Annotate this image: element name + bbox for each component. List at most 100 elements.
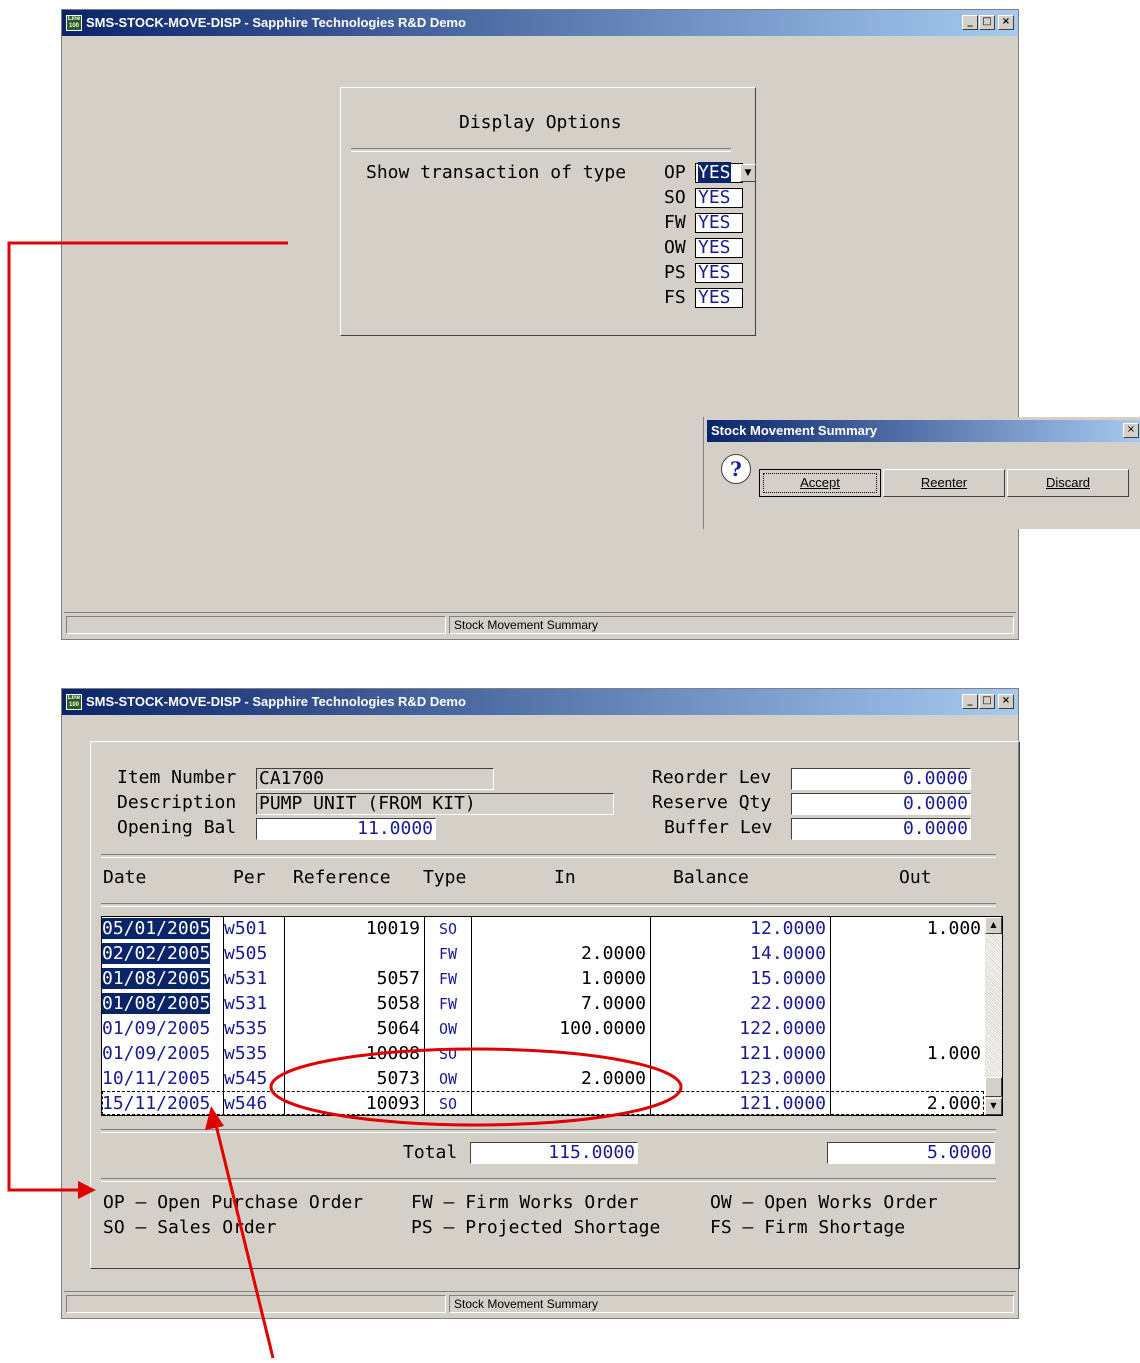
legend-sep: —: [443, 1217, 455, 1238]
col-type: Type: [423, 867, 467, 888]
dialog-title: Stock Movement Summary: [711, 423, 878, 438]
show-so-select[interactable]: YES: [695, 188, 743, 208]
show-op-select[interactable]: YES: [695, 162, 743, 183]
status-text: Stock Movement Summary: [449, 616, 1014, 634]
legend-sep: —: [742, 1217, 754, 1238]
cell-text: 14.0000: [750, 943, 826, 964]
table-cell-per: w531: [224, 967, 284, 992]
table-cell-balance: 15.0000: [651, 967, 830, 992]
cell-text: 100.0000: [559, 1018, 646, 1039]
item-number-label: Item Number: [117, 767, 237, 788]
table-cell-ref: 5073: [285, 1067, 424, 1092]
table-cell-balance: 22.0000: [651, 992, 830, 1017]
minimize-button-2[interactable]: _: [962, 694, 978, 709]
col-balance: Balance: [673, 867, 749, 888]
minimize-button[interactable]: _: [962, 15, 978, 30]
legend-op-code: OP: [103, 1192, 125, 1213]
cell-text: 15.0000: [750, 968, 826, 989]
bottom-window: Line 100 SMS-STOCK-MOVE-DISP - Sapphire …: [61, 688, 1020, 1319]
opening-bal-field[interactable]: 11.0000: [256, 818, 436, 840]
cell-text: 2.0000: [580, 943, 646, 964]
dialog-close-button[interactable]: ×: [1123, 423, 1139, 438]
legend-ow-code: OW: [710, 1192, 732, 1213]
stock-movement-dialog: Stock Movement Summary × ? Accept Reente…: [703, 417, 1140, 529]
cell-text: OW: [438, 1070, 458, 1088]
cell-text: 1.000: [926, 1043, 981, 1064]
legend-fw-code: FW: [411, 1192, 433, 1213]
show-ps-select[interactable]: YES: [695, 263, 743, 283]
table-cell-in: 2.0000: [472, 1067, 650, 1092]
table-cell-balance: 14.0000: [651, 942, 830, 967]
legend-sep: —: [135, 1192, 147, 1213]
show-fw-select[interactable]: YES: [695, 213, 743, 233]
cell-text: 1.0000: [580, 968, 646, 989]
dialog-title-bar[interactable]: Stock Movement Summary ×: [707, 420, 1140, 442]
col-in: In: [554, 867, 576, 888]
type-code-fw: FW: [664, 212, 686, 233]
reenter-button[interactable]: Reenter: [883, 469, 1005, 497]
legend-ps-text: Projected Shortage: [465, 1217, 661, 1238]
cell-text: w545: [224, 1068, 268, 1089]
discard-button[interactable]: Discard: [1007, 469, 1129, 497]
reorder-lev-label: Reorder Lev: [652, 767, 772, 788]
table-cell-out: [831, 942, 985, 967]
status-panel-left-2: [66, 1295, 446, 1313]
table-cell-in: 7.0000: [472, 992, 650, 1017]
legend-sep: —: [135, 1217, 147, 1238]
scrollbar[interactable]: ▲ ▼: [985, 917, 1002, 1115]
app-icon-2: Line 100: [66, 694, 82, 710]
reorder-lev-field[interactable]: 0.0000: [791, 768, 971, 790]
close-button[interactable]: ×: [998, 15, 1014, 30]
window-title: SMS-STOCK-MOVE-DISP - Sapphire Technolog…: [86, 15, 466, 30]
cell-text: 02/02/2005: [102, 943, 211, 964]
display-options-title: Display Options: [459, 112, 622, 133]
description-field[interactable]: PUMP UNIT (FROM KIT): [256, 793, 614, 815]
legend-ps: PS — Projected Shortage: [411, 1217, 660, 1239]
title-bar[interactable]: Line 100 SMS-STOCK-MOVE-DISP - Sapphire …: [62, 10, 1018, 36]
table-cell-ref: 5064: [285, 1017, 424, 1042]
table-cell-in: 100.0000: [472, 1017, 650, 1042]
buffer-lev-field[interactable]: 0.0000: [791, 818, 971, 840]
show-op-value: YES: [698, 162, 731, 183]
table-cell-per: w535: [224, 1042, 284, 1067]
opening-bal-label: Opening Bal: [117, 817, 237, 838]
reserve-qty-field[interactable]: 0.0000: [791, 793, 971, 815]
table-cell-ref: [285, 942, 424, 967]
maximize-button-2[interactable]: □: [979, 694, 995, 709]
table-cell-per: w545: [224, 1067, 284, 1092]
legend-fs: FS — Firm Shortage: [710, 1217, 905, 1239]
type-code-op: OP: [664, 162, 686, 183]
cell-text: 22.0000: [750, 993, 826, 1014]
cell-text: 01/08/2005: [102, 968, 211, 989]
show-ow-select[interactable]: YES: [695, 238, 743, 258]
close-button-2[interactable]: ×: [998, 694, 1014, 709]
maximize-button[interactable]: □: [979, 15, 995, 30]
col-date: Date: [103, 867, 147, 888]
scroll-down-icon[interactable]: ▼: [985, 1098, 1002, 1115]
title-bar-2[interactable]: Line 100 SMS-STOCK-MOVE-DISP - Sapphire …: [62, 689, 1018, 715]
movement-table[interactable]: 05/01/2005 w501 10019 SO 12.0000 1.000 02/02/2…: [101, 916, 1003, 1116]
buffer-lev-label: Buffer Lev: [664, 817, 773, 838]
cell-text: 5058: [376, 993, 420, 1014]
table-cell-per: w535: [224, 1017, 284, 1042]
legend-fs-code: FS: [710, 1217, 732, 1238]
table-cell-out: [831, 1067, 985, 1092]
legend-so: SO — Sales Order: [103, 1217, 276, 1239]
scroll-thumb[interactable]: [985, 1077, 1002, 1097]
scroll-up-icon[interactable]: ▲: [985, 917, 1002, 934]
table-cell-type: FW: [425, 942, 471, 967]
top-window: Line 100 SMS-STOCK-MOVE-DISP - Sapphire …: [61, 9, 1019, 640]
total-label: Total: [403, 1142, 458, 1163]
show-fs-select[interactable]: YES: [695, 288, 743, 308]
cell-text: w531: [224, 968, 268, 989]
dropdown-arrow-icon[interactable]: ▼: [740, 164, 756, 182]
item-number-field[interactable]: CA1700: [256, 768, 494, 790]
reenter-label: Reenter: [920, 475, 968, 490]
divider: [101, 903, 996, 907]
focus-row-outline: [102, 1091, 984, 1115]
legend-sep: —: [742, 1192, 754, 1213]
accept-button[interactable]: Accept: [759, 469, 881, 497]
table-cell-type: SO: [425, 1042, 471, 1067]
table-cell-date: 02/02/2005: [102, 942, 223, 967]
reserve-qty-label: Reserve Qty: [652, 792, 772, 813]
